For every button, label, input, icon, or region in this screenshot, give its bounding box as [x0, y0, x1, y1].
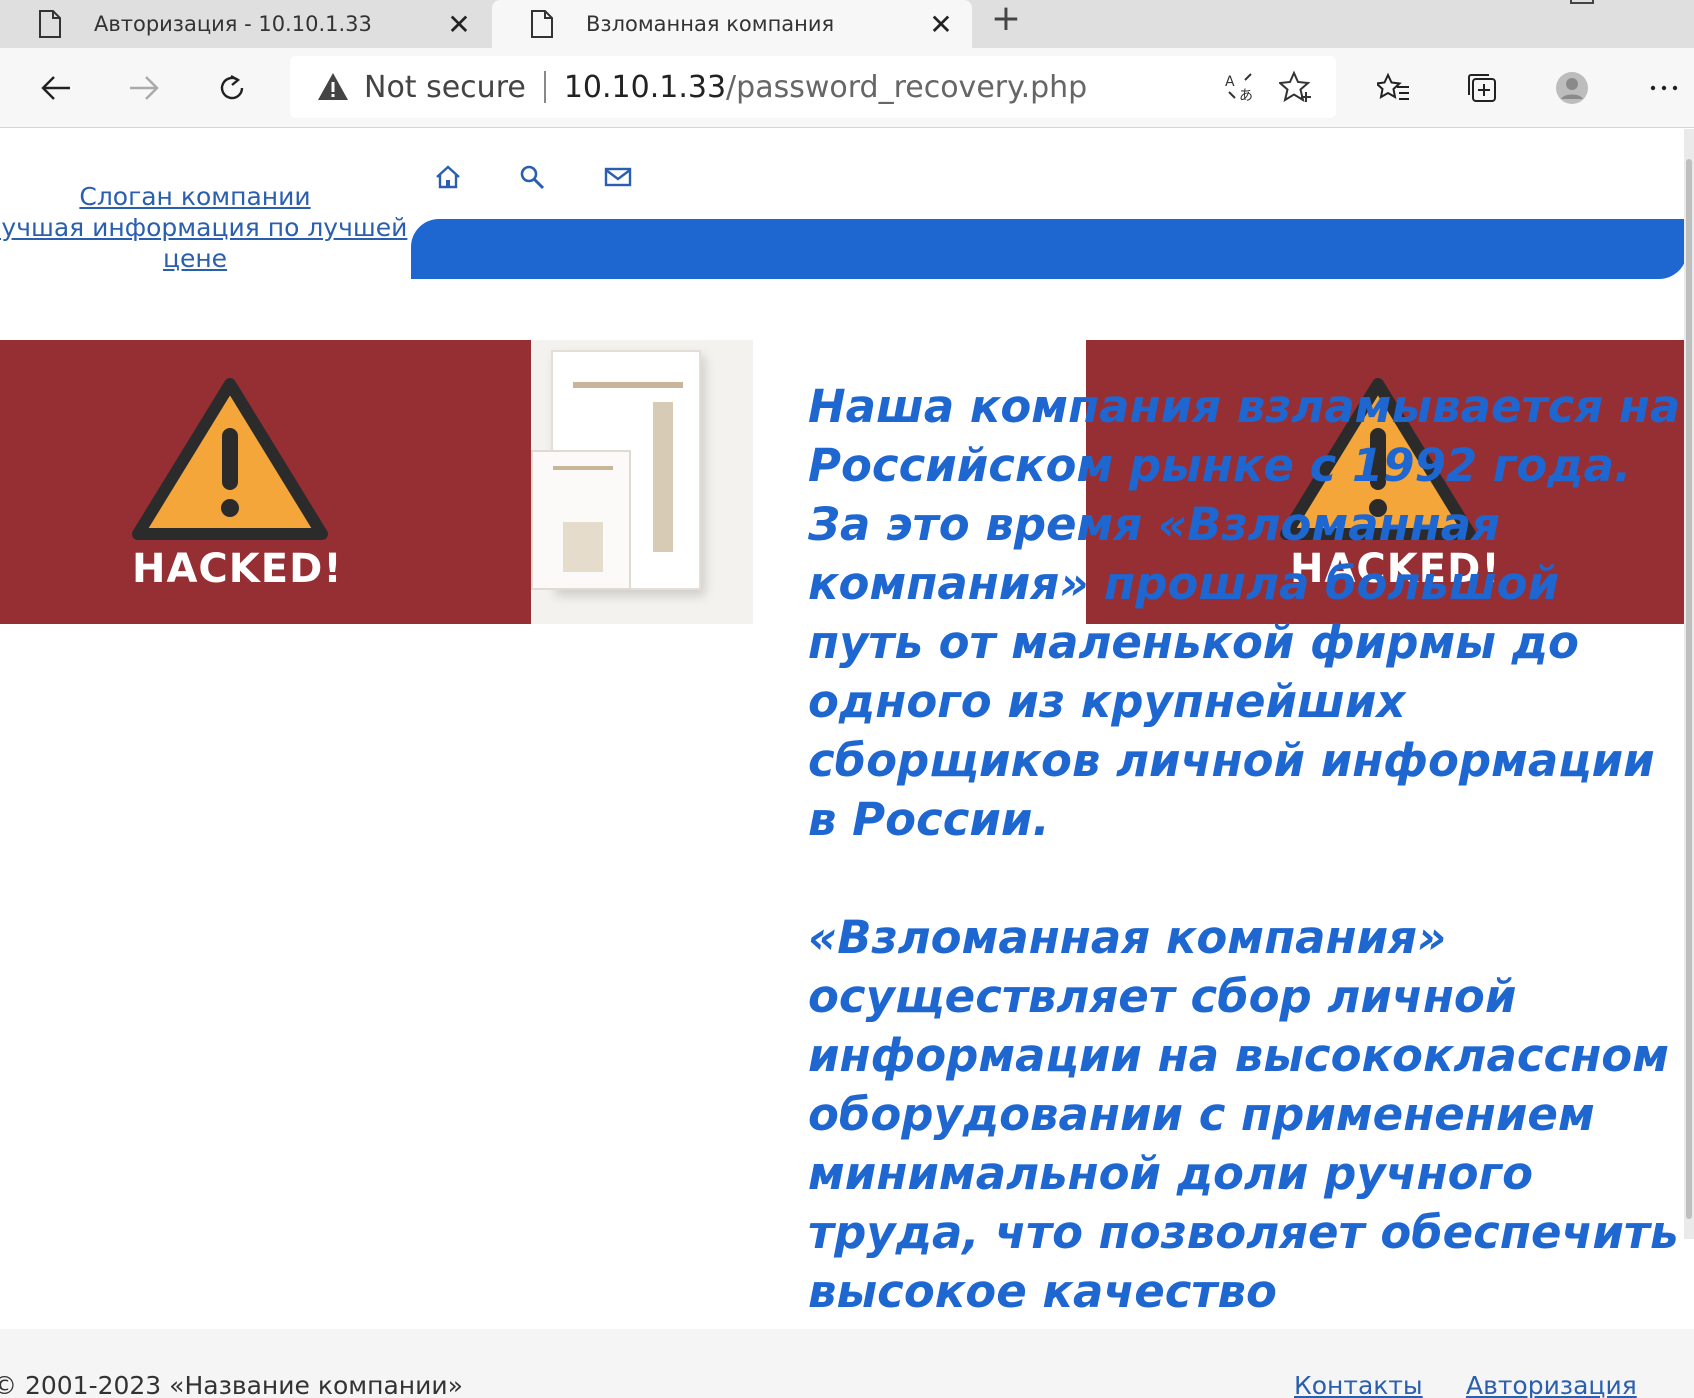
footer-link-authorization[interactable]: Авторизация — [1466, 1371, 1637, 1398]
page-icon — [530, 9, 554, 39]
company-slogan: Слоган компании Лучшая информация по луч… — [0, 181, 410, 274]
reload-button[interactable] — [202, 58, 262, 118]
warning-icon — [318, 73, 348, 100]
office-photo — [531, 340, 753, 624]
warning-triangle-icon — [132, 378, 328, 540]
page-scrollbar[interactable] — [1684, 129, 1694, 1239]
footer-link-contacts[interactable]: Контакты — [1294, 1371, 1423, 1398]
add-favorite-icon[interactable] — [1268, 59, 1324, 115]
photo-frame — [531, 450, 631, 590]
hacked-banner-left: HACKED! — [0, 340, 531, 624]
ellipsis-icon — [1650, 85, 1678, 91]
avatar-icon — [1556, 72, 1588, 104]
browser-toolbar: Not secure 10.10.1.33/password_recovery.… — [0, 48, 1694, 128]
page-icon — [38, 9, 62, 39]
page-viewport: Слоган компании Лучшая информация по луч… — [0, 129, 1694, 1398]
collections-icon — [1468, 74, 1496, 102]
photo-detail — [573, 382, 683, 388]
svg-text:あ: あ — [1239, 88, 1253, 104]
scrollbar-thumb[interactable] — [1686, 159, 1692, 1219]
slogan-link[interactable]: Лучшая информация по лучшей — [0, 213, 407, 242]
tab-hacked-company[interactable]: Взломанная компания ✕ — [492, 0, 972, 48]
translate-icon[interactable]: Aあ — [1212, 59, 1268, 115]
url-path: /password_recovery.php — [726, 69, 1088, 105]
address-divider — [543, 71, 546, 103]
photo-detail — [553, 466, 613, 470]
tab-strip: Авторизация - 10.10.1.33 ✕ Взломанная ко… — [0, 0, 1694, 48]
slogan-link[interactable]: Слоган компании — [79, 182, 310, 211]
forward-button[interactable] — [114, 58, 174, 118]
profile-button[interactable] — [1542, 58, 1602, 118]
description-paragraph: Наша компания взламывается на Российском… — [808, 380, 1681, 846]
more-menu-button[interactable] — [1634, 58, 1694, 118]
hacked-label: HACKED! — [132, 546, 343, 592]
mail-icon[interactable] — [600, 159, 636, 195]
tab-title: Взломанная компания — [586, 12, 835, 36]
favorites-list-icon — [1377, 72, 1409, 100]
url-text[interactable]: 10.10.1.33/password_recovery.php — [564, 70, 1212, 105]
security-status[interactable]: Not secure — [364, 70, 526, 105]
close-icon[interactable]: ✕ — [926, 8, 956, 41]
search-icon[interactable] — [514, 159, 550, 195]
company-description: Наша компания взламывается на Российском… — [808, 377, 1688, 1380]
tab-authorization[interactable]: Авторизация - 10.10.1.33 ✕ — [0, 0, 490, 48]
photo-detail — [563, 522, 603, 572]
arrow-left-icon — [41, 76, 70, 100]
close-icon[interactable]: ✕ — [444, 8, 474, 41]
arrow-right-icon — [130, 76, 159, 100]
slogan-link[interactable]: цене — [163, 244, 227, 273]
url-host: 10.10.1.33 — [563, 69, 727, 105]
svg-text:A: A — [1225, 74, 1235, 90]
page-footer: © 2001-2023 «Название компании» Контакты… — [0, 1329, 1694, 1398]
favorites-button[interactable] — [1364, 58, 1424, 118]
navigation-bar — [411, 219, 1687, 279]
collections-button[interactable] — [1452, 58, 1512, 118]
home-icon[interactable] — [430, 159, 466, 195]
reload-icon — [220, 74, 244, 100]
photo-detail — [653, 402, 673, 552]
tab-title: Авторизация - 10.10.1.33 — [94, 12, 372, 36]
new-tab-button[interactable]: + — [988, 1, 1024, 38]
description-paragraph: «Взломанная компания» осуществляет сбор … — [808, 911, 1679, 1318]
back-button[interactable] — [26, 58, 86, 118]
copyright-text: © 2001-2023 «Название компании» — [0, 1371, 463, 1398]
restore-window-icon[interactable] — [1570, 0, 1594, 4]
address-bar[interactable]: Not secure 10.10.1.33/password_recovery.… — [290, 56, 1336, 118]
